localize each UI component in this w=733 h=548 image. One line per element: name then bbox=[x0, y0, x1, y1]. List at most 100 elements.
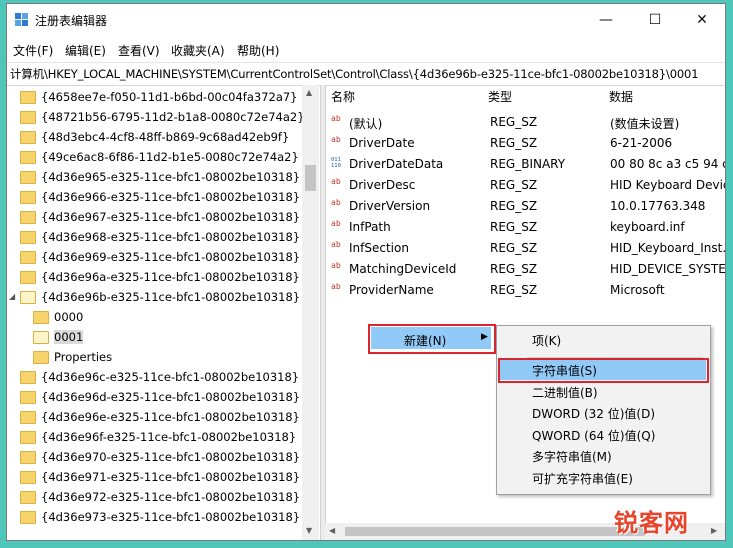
tree-vertical-scrollbar[interactable]: ▲ ▼ bbox=[302, 85, 319, 540]
collapse-chevron-icon[interactable]: ◢ bbox=[9, 292, 15, 301]
tree-node-label: {4d36e96d-e325-11ce-bfc1-08002be10318} bbox=[41, 390, 301, 404]
tree-node[interactable]: {4d36e96e-e325-11ce-bfc1-08002be10318} bbox=[20, 407, 300, 427]
folder-open-icon bbox=[33, 330, 49, 344]
column-header-name[interactable]: 名称 bbox=[331, 85, 355, 107]
tree-node[interactable]: {4d36e967-e325-11ce-bfc1-08002be10318} bbox=[20, 207, 300, 227]
tree-node[interactable]: {48721b56-6795-11d2-b1a8-0080c72e74a2} bbox=[20, 107, 305, 127]
tree-node[interactable]: {4d36e968-e325-11ce-bfc1-08002be10318} bbox=[20, 227, 300, 247]
folder-open-icon bbox=[20, 290, 36, 304]
tree-node[interactable]: {4d36e972-e325-11ce-bfc1-08002be10318} bbox=[20, 487, 300, 507]
value-name: InfPath bbox=[349, 220, 391, 234]
value-row[interactable]: ab InfPath REG_SZ keyboard.inf bbox=[325, 217, 725, 238]
value-row[interactable]: 011 110 DriverDateData REG_BINARY 00 80 8c … bbox=[325, 154, 725, 175]
tree-node[interactable]: {4d36e969-e325-11ce-bfc1-08002be10318} bbox=[20, 247, 300, 267]
address-bar[interactable]: 计算机\HKEY_LOCAL_MACHINE\SYSTEM\CurrentCon… bbox=[7, 62, 725, 86]
value-name: DriverDesc bbox=[349, 178, 416, 192]
value-row[interactable]: ab DriverDate REG_SZ 6-21-2006 bbox=[325, 133, 725, 154]
tree-scroll-thumb[interactable] bbox=[305, 165, 316, 191]
tree-node[interactable]: {4d36e96b-e325-11ce-bfc1-08002be10318} bbox=[20, 287, 300, 307]
value-name: DriverVersion bbox=[349, 199, 431, 213]
folder-icon bbox=[20, 470, 36, 484]
tree-node[interactable]: {4658ee7e-f050-11d1-b6bd-00c04fa372a7} bbox=[20, 87, 298, 107]
minimize-button[interactable]: — bbox=[583, 4, 629, 36]
tree-node[interactable]: {4d36e973-e325-11ce-bfc1-08002be10318} bbox=[20, 507, 300, 527]
column-header-type[interactable]: 类型 bbox=[488, 85, 512, 107]
tree-node[interactable]: {4d36e96f-e325-11ce-bfc1-08002be10318} bbox=[20, 427, 296, 447]
folder-icon bbox=[20, 110, 36, 124]
scroll-down-icon[interactable]: ▼ bbox=[306, 526, 312, 535]
value-type: REG_BINARY bbox=[490, 157, 566, 171]
value-row[interactable]: ab DriverVersion REG_SZ 10.0.17763.348 bbox=[325, 196, 725, 217]
watermark-logo: 锐客网 bbox=[614, 509, 689, 537]
value-data: keyboard.inf bbox=[610, 220, 685, 234]
submenu-item[interactable]: 二进制值(B) bbox=[499, 381, 706, 402]
tree-node-label: {48d3ebc4-4cf8-48ff-b869-9c68ad42eb9f} bbox=[41, 130, 290, 144]
value-data: Microsoft bbox=[610, 283, 665, 297]
value-type: REG_SZ bbox=[490, 178, 538, 192]
value-type: REG_SZ bbox=[490, 262, 538, 276]
string-value-icon: ab bbox=[331, 261, 341, 270]
annotation-highlight-string-value bbox=[498, 358, 709, 383]
minimize-icon: — bbox=[599, 12, 613, 28]
menu-help[interactable]: 帮助(H) bbox=[237, 42, 279, 59]
tree-node[interactable]: {4d36e96d-e325-11ce-bfc1-08002be10318} bbox=[20, 387, 300, 407]
value-row[interactable]: ab ProviderName REG_SZ Microsoft bbox=[325, 280, 725, 301]
menu-item-new-label: 新建(N) bbox=[404, 334, 447, 348]
tree-node[interactable]: {48d3ebc4-4cf8-48ff-b869-9c68ad42eb9f} bbox=[20, 127, 289, 147]
value-row[interactable]: ab DriverDesc REG_SZ HID Keyboard Devic bbox=[325, 175, 725, 196]
submenu-item[interactable]: QWORD (64 位)值(Q) bbox=[499, 424, 706, 445]
title-bar[interactable]: 注册表编辑器 — ☐ ✕ bbox=[7, 4, 725, 36]
tree-node[interactable]: {4d36e970-e325-11ce-bfc1-08002be10318} bbox=[20, 447, 300, 467]
tree-node-label: {4d36e96e-e325-11ce-bfc1-08002be10318} bbox=[41, 410, 300, 424]
value-row[interactable]: ab MatchingDeviceId REG_SZ HID_DEVICE_SYSTE… bbox=[325, 259, 725, 280]
value-data: HID_DEVICE_SYSTEM bbox=[610, 262, 725, 276]
value-row[interactable]: ab (默认) REG_SZ (数值未设置) bbox=[325, 112, 725, 133]
folder-icon bbox=[20, 370, 36, 384]
tree-node[interactable]: {4d36e966-e325-11ce-bfc1-08002be10318} bbox=[20, 187, 300, 207]
submenu-item-label: 二进制值(B) bbox=[532, 386, 598, 400]
tree-node[interactable]: {4d36e96c-e325-11ce-bfc1-08002be10318} bbox=[20, 367, 299, 387]
scroll-up-icon[interactable]: ▲ bbox=[306, 88, 312, 97]
string-value-icon: ab bbox=[331, 177, 341, 186]
key-tree: ◢ {4658ee7e-f050-11d1-b6bd-00c04fa372a7}… bbox=[7, 85, 319, 540]
tree-node[interactable]: 0001 bbox=[33, 327, 84, 347]
menu-edit[interactable]: 编辑(E) bbox=[65, 42, 106, 59]
folder-icon bbox=[20, 510, 36, 524]
tree-node[interactable]: {4d36e96a-e325-11ce-bfc1-08002be10318} bbox=[20, 267, 300, 287]
folder-icon bbox=[20, 170, 36, 184]
menu-view[interactable]: 查看(V) bbox=[118, 42, 160, 59]
tree-node[interactable]: Properties bbox=[33, 347, 112, 367]
tree-node-label: {4d36e968-e325-11ce-bfc1-08002be10318} bbox=[41, 230, 301, 244]
tree-node[interactable]: {4d36e971-e325-11ce-bfc1-08002be10318} bbox=[20, 467, 300, 487]
submenu-item[interactable]: 可扩充字符串值(E) bbox=[499, 467, 706, 488]
scroll-right-icon[interactable]: ▶ bbox=[711, 526, 717, 535]
submenu-item-label: 可扩充字符串值(E) bbox=[532, 472, 633, 486]
folder-icon bbox=[20, 250, 36, 264]
value-name: (默认) bbox=[349, 117, 383, 131]
tree-node-label: {4d36e965-e325-11ce-bfc1-08002be10318} bbox=[41, 170, 301, 184]
scroll-left-icon[interactable]: ◀ bbox=[329, 526, 335, 535]
folder-icon bbox=[20, 410, 36, 424]
submenu-item[interactable]: 多字符串值(M) bbox=[499, 445, 706, 466]
submenu-item[interactable]: DWORD (32 位)值(D) bbox=[499, 402, 706, 423]
context-menu: 新建(N) ▶ bbox=[367, 323, 496, 354]
tree-node-label: {4d36e96c-e325-11ce-bfc1-08002be10318} bbox=[41, 370, 300, 384]
values-scroll-thumb[interactable] bbox=[345, 527, 645, 536]
submenu-item[interactable]: 项(K) bbox=[499, 329, 706, 350]
folder-icon bbox=[20, 450, 36, 464]
binary-value-icon: 011 110 bbox=[331, 157, 341, 169]
string-value-icon: ab bbox=[331, 198, 341, 207]
address-path[interactable]: 计算机\HKEY_LOCAL_MACHINE\SYSTEM\CurrentCon… bbox=[10, 66, 699, 82]
tree-node[interactable]: {49ce6ac8-6f86-11d2-b1e5-0080c72e74a2} bbox=[20, 147, 299, 167]
column-header-data[interactable]: 数据 bbox=[609, 85, 633, 107]
submenu-arrow-icon: ▶ bbox=[481, 332, 488, 342]
tree-node-label: {49ce6ac8-6f86-11d2-b1e5-0080c72e74a2} bbox=[41, 150, 299, 164]
maximize-button[interactable]: ☐ bbox=[632, 4, 678, 36]
close-button[interactable]: ✕ bbox=[679, 4, 725, 36]
menu-favorites[interactable]: 收藏夹(A) bbox=[171, 42, 225, 59]
tree-node[interactable]: {4d36e965-e325-11ce-bfc1-08002be10318} bbox=[20, 167, 300, 187]
tree-node-label: {4d36e96f-e325-11ce-bfc1-08002be10318} bbox=[41, 430, 297, 444]
menu-file[interactable]: 文件(F) bbox=[13, 42, 53, 59]
value-row[interactable]: ab InfSection REG_SZ HID_Keyboard_Inst.N bbox=[325, 238, 725, 259]
tree-node[interactable]: 0000 bbox=[33, 307, 83, 327]
